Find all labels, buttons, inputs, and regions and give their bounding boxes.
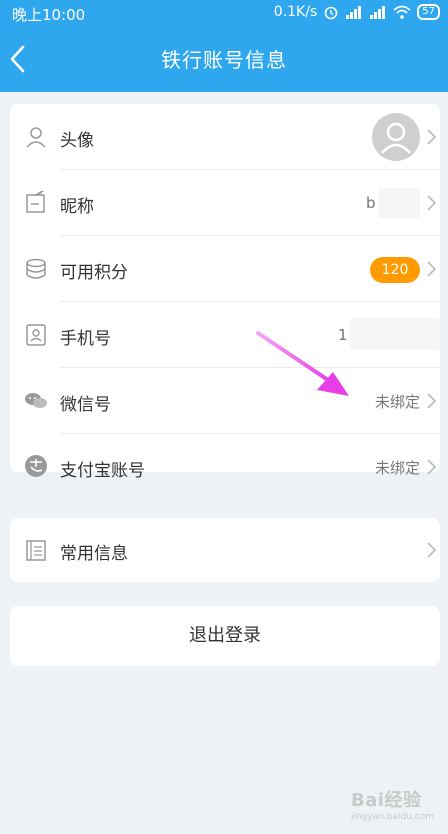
nav-bar: 铁行账号信息: [0, 28, 448, 92]
person-icon: [26, 127, 46, 148]
row-common-info[interactable]: 常用信息: [10, 518, 440, 582]
row-label: 支付宝账号: [60, 461, 145, 481]
app-header: 晚上10:00 0.1K/s 57 铁行账号信息: [0, 0, 448, 92]
signal-icon: [346, 6, 362, 19]
chevron-right-icon: [427, 459, 437, 475]
edit-icon: [26, 191, 45, 213]
row-avatar[interactable]: 头像: [10, 104, 440, 170]
chevron-right-icon: [427, 261, 437, 277]
row-wechat[interactable]: 微信号 未绑定: [10, 368, 440, 434]
nickname-value: b: [366, 194, 376, 212]
page-title: 铁行账号信息: [161, 48, 287, 72]
common-info-card: 常用信息: [10, 518, 440, 582]
row-label: 手机号: [60, 329, 111, 349]
chevron-right-icon: [427, 195, 437, 211]
row-nickname[interactable]: 昵称 b: [10, 170, 440, 236]
chevron-right-icon: [427, 542, 437, 558]
chevron-right-icon: [427, 129, 437, 145]
row-phone[interactable]: 手机号 1: [10, 302, 440, 368]
coins-icon: [26, 258, 46, 279]
network-speed: 0.1K/s: [273, 4, 318, 20]
wifi-icon: [393, 5, 411, 19]
watermark: Bai经验 jingyan.baidu.com: [351, 786, 434, 822]
alipay-status: 未绑定: [374, 459, 420, 477]
row-label: 微信号: [60, 395, 111, 415]
row-label: 常用信息: [60, 544, 128, 564]
logout-card: 退出登录: [10, 606, 440, 666]
status-indicators: 0.1K/s 57: [274, 4, 440, 20]
annotation-arrow-icon: [256, 331, 349, 396]
signal-icon-2: [370, 6, 386, 19]
logout-button[interactable]: 退出登录: [10, 606, 440, 666]
row-label: 可用积分: [60, 263, 128, 283]
wechat-status: 未绑定: [374, 393, 420, 411]
account-info-card: 头像 昵称 b 可用积分 120 手机号 1 微信号 未绑定 支付宝账号 未绑定: [10, 104, 440, 481]
battery-indicator: 57: [417, 4, 440, 20]
watermark-url: jingyan.baidu.com: [350, 812, 434, 822]
wechat-icon: [25, 393, 47, 408]
redacted-block: [378, 188, 420, 218]
chevron-right-icon: [427, 393, 437, 409]
watermark-brand: Bai经验: [350, 790, 422, 811]
status-bar: 晚上10:00 0.1K/s 57: [0, 0, 448, 28]
row-points[interactable]: 可用积分 120: [10, 236, 440, 302]
alipay-icon: [25, 455, 47, 477]
phone-card-icon: [26, 324, 46, 346]
row-label: 昵称: [60, 197, 94, 217]
avatar[interactable]: [372, 113, 420, 161]
row-alipay[interactable]: 支付宝账号 未绑定: [10, 434, 440, 481]
redacted-block: [350, 318, 440, 350]
status-time: 晚上10:00: [12, 6, 86, 24]
row-label: 头像: [60, 131, 94, 151]
alarm-icon: [324, 6, 338, 20]
document-icon: [26, 540, 46, 561]
avatar-person-icon: [381, 122, 411, 154]
points-badge: 120: [370, 257, 420, 283]
